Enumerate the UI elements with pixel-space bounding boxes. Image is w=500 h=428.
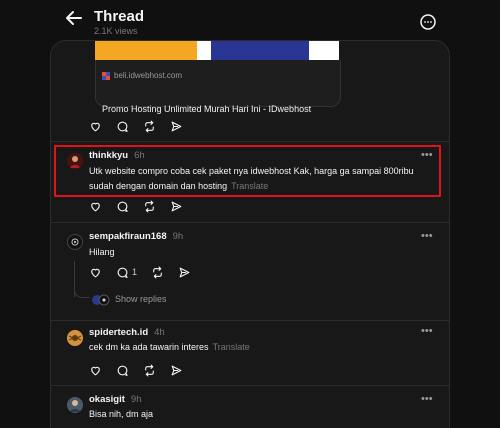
banner-blue-block — [211, 41, 309, 60]
banner-yellow-block — [95, 41, 197, 60]
post-actions — [89, 362, 197, 378]
view-count: 2.1K views — [94, 26, 138, 36]
link-preview-card[interactable]: beli.idwebhost.com Promo Hosting Unlimit… — [95, 60, 341, 114]
divider — [51, 385, 449, 386]
post-actions — [89, 198, 197, 214]
link-title: Promo Hosting Unlimited Murah Hari Ini -… — [102, 104, 312, 114]
translate-link[interactable]: Translate — [213, 342, 250, 352]
more-options-button[interactable]: ••• — [421, 325, 433, 337]
link-domain: beli.idwebhost.com — [102, 71, 182, 80]
reply-count: 1 — [132, 267, 138, 277]
repost-button[interactable] — [143, 118, 170, 134]
top-bar: Thread 2.1K views — [0, 0, 500, 44]
repost-icon — [145, 200, 154, 212]
page-title: Thread — [94, 8, 145, 25]
divider — [51, 320, 449, 321]
username[interactable]: spidertech.id 4h — [89, 327, 165, 338]
like-button[interactable] — [89, 264, 116, 280]
reply-button[interactable] — [116, 362, 143, 378]
heart-icon — [91, 366, 100, 375]
show-replies-link[interactable]: Show replies — [115, 294, 167, 304]
send-icon — [179, 267, 190, 277]
post-time: 9h — [172, 231, 184, 242]
send-icon — [171, 365, 182, 375]
avatar[interactable] — [67, 330, 83, 346]
post-text-content: cek dm ka ada tawarin interes — [89, 342, 209, 352]
link-domain-text: beli.idwebhost.com — [114, 71, 183, 80]
more-options-button[interactable]: ••• — [421, 230, 433, 242]
heart-icon — [91, 202, 100, 211]
avatar-image — [67, 330, 83, 346]
post-text: cek dm ka ada tawarin interes Translate — [89, 340, 439, 355]
share-button[interactable] — [170, 362, 197, 378]
comment-icon — [117, 201, 128, 212]
thread-connector-curve — [74, 282, 90, 298]
like-button[interactable] — [89, 118, 116, 134]
repost-button[interactable] — [143, 198, 170, 214]
share-button[interactable] — [178, 264, 205, 280]
comment-icon — [117, 267, 128, 278]
banner-white-block — [197, 41, 211, 60]
favicon-icon — [102, 71, 110, 80]
arrow-left-icon[interactable] — [62, 6, 86, 30]
promo-banner-image[interactable] — [95, 41, 339, 60]
reply-avatars — [92, 294, 110, 306]
send-icon — [171, 201, 182, 211]
more-options-button[interactable]: ••• — [421, 393, 433, 405]
heart-icon — [91, 268, 100, 277]
repost-button[interactable] — [151, 264, 178, 280]
banner-white-block-right — [309, 41, 339, 60]
username[interactable]: sempakfiraun168 9h — [89, 231, 183, 242]
send-icon — [171, 121, 182, 131]
username[interactable]: okasigit 9h — [89, 394, 141, 405]
post-time: 4h — [154, 327, 165, 338]
divider — [51, 141, 449, 142]
username-text[interactable]: okasigit — [89, 394, 125, 405]
heart-icon — [91, 122, 100, 131]
post-text: Hilang — [89, 247, 115, 257]
reply-button[interactable] — [116, 118, 143, 134]
share-button[interactable] — [170, 198, 197, 214]
repost-icon — [145, 120, 154, 132]
reply-button[interactable] — [116, 198, 143, 214]
repost-icon — [145, 364, 154, 376]
comment-icon — [117, 365, 128, 376]
post-time: 9h — [130, 394, 142, 405]
like-button[interactable] — [89, 198, 116, 214]
like-button[interactable] — [89, 362, 116, 378]
avatar-image — [67, 397, 83, 413]
post-actions — [89, 118, 197, 134]
divider — [51, 222, 449, 223]
post-text: Bisa nih, dm aja — [89, 409, 154, 419]
username-text[interactable]: sempakfiraun168 — [89, 231, 167, 242]
avatar[interactable] — [67, 397, 83, 413]
comment-icon — [117, 121, 128, 132]
username-text[interactable]: spidertech.id — [89, 327, 148, 338]
highlight-box — [54, 145, 441, 197]
post-actions: 1 — [89, 264, 205, 280]
more-circle-icon[interactable] — [418, 12, 438, 32]
reply-button[interactable]: 1 — [116, 264, 151, 280]
repost-button[interactable] — [143, 362, 170, 378]
thread-panel: beli.idwebhost.com Promo Hosting Unlimit… — [50, 40, 450, 428]
share-button[interactable] — [170, 118, 197, 134]
avatar[interactable] — [67, 234, 83, 250]
avatar-image — [71, 238, 79, 246]
repost-icon — [153, 266, 162, 278]
